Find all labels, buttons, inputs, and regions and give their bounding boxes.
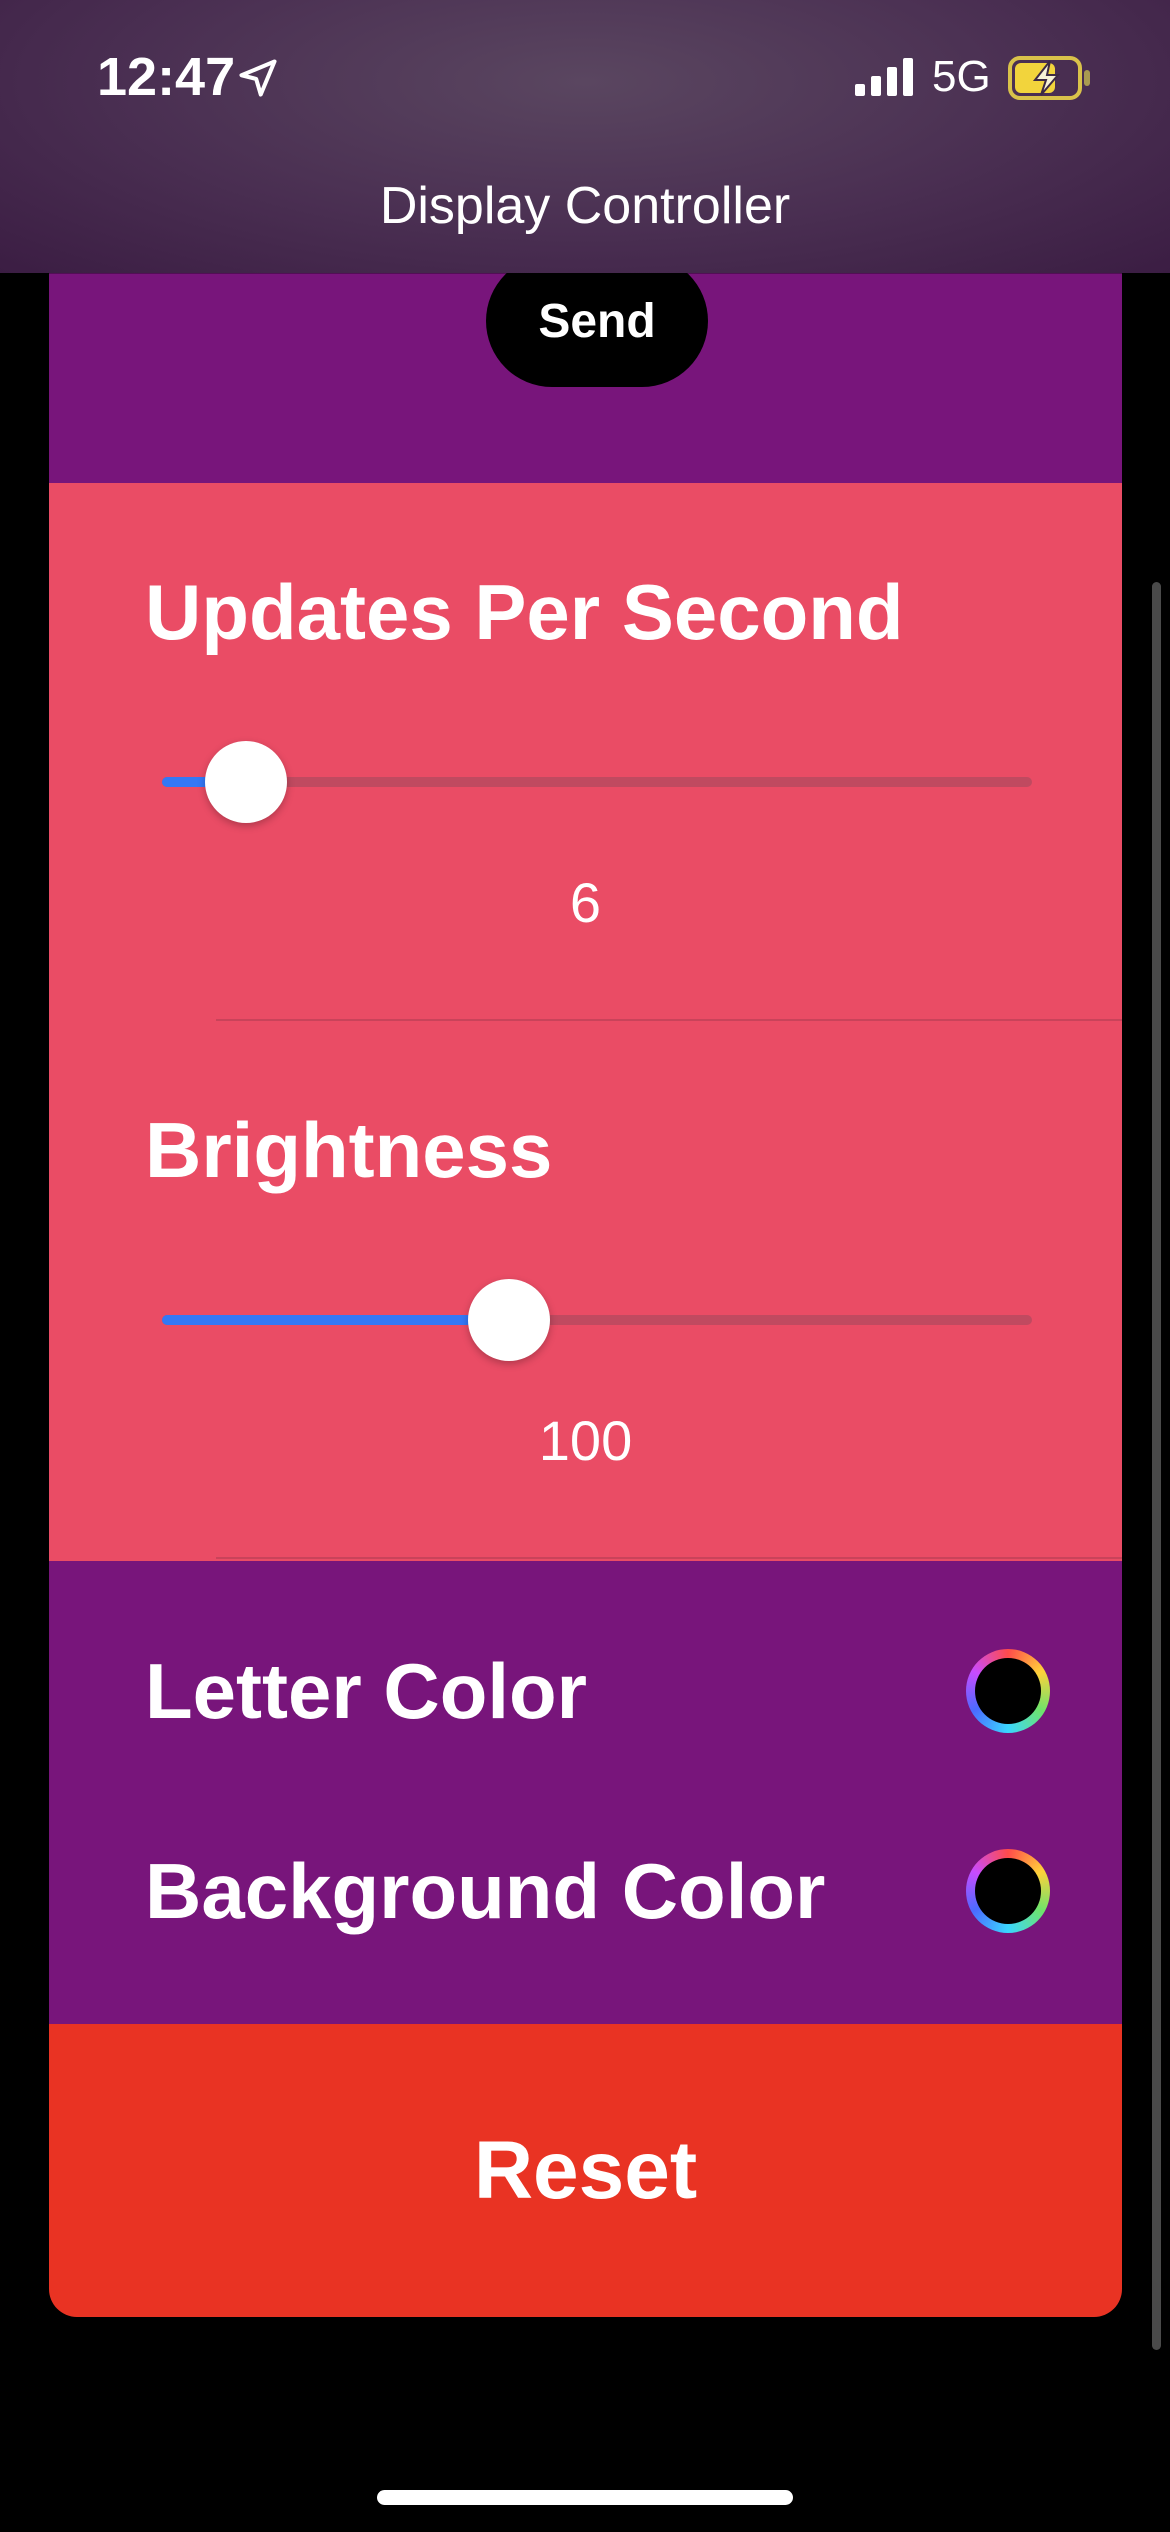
background-color-swatch [975,1858,1041,1924]
section-divider [216,1019,1122,1021]
brightness-value: 100 [538,1409,633,1472]
letter-color-swatch [975,1658,1041,1724]
brightness-slider-thumb[interactable] [468,1279,551,1361]
colors-section [49,1561,1122,2024]
updates-per-second-slider[interactable] [162,741,1032,823]
cellular-signal-icon [855,58,913,96]
letter-color-well[interactable] [966,1649,1050,1733]
home-indicator[interactable] [377,2490,793,2505]
status-time: 12:47 [97,47,236,107]
reset-button[interactable]: Reset [49,2024,1122,2317]
brightness-slider[interactable] [162,1279,1032,1361]
updates-per-second-title: Updates Per Second [145,568,904,656]
background-color-label: Background Color [145,1847,826,1935]
vertical-scrollbar[interactable] [1152,582,1161,2350]
battery-charging-icon [1008,56,1090,100]
brightness-slider-fill [162,1315,510,1325]
page-title: Display Controller [379,177,791,235]
background-color-well[interactable] [966,1849,1050,1933]
letter-color-label: Letter Color [145,1647,588,1735]
send-button[interactable]: Send [486,255,708,387]
network-type: 5G [932,52,991,101]
section-divider [216,1557,1122,1559]
updates-slider-thumb[interactable] [205,741,288,823]
brightness-title: Brightness [145,1106,553,1194]
location-arrow-icon [239,59,277,97]
navigation-header: 12:47 5G Display Controller [0,0,1170,273]
updates-per-second-value: 6 [569,871,602,934]
